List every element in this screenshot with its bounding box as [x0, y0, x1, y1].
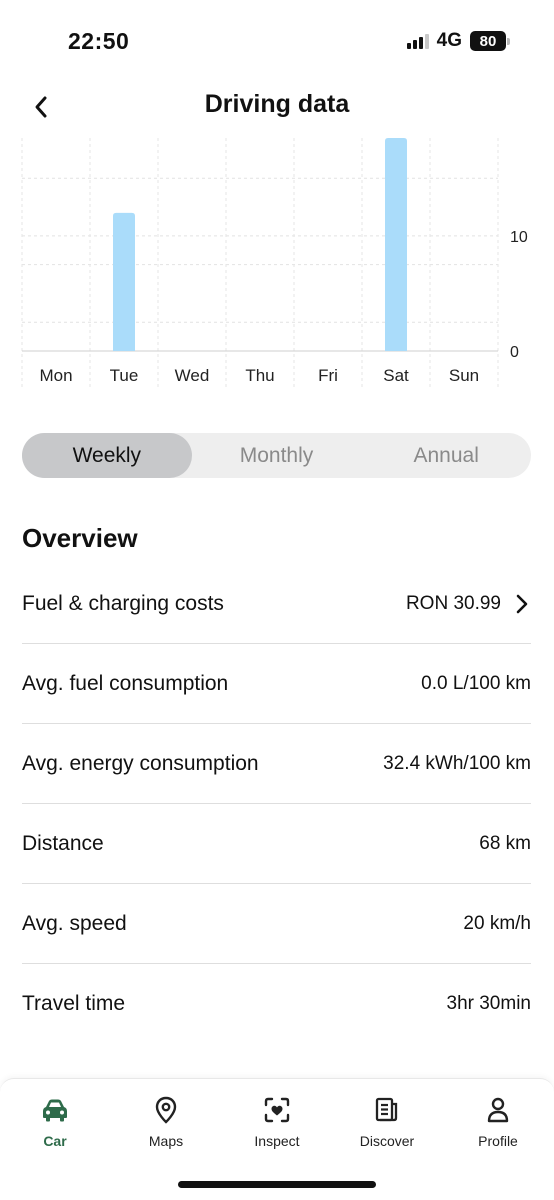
page-title: Driving data	[204, 90, 350, 118]
nav-item-discover[interactable]: Discover	[337, 1095, 437, 1149]
row-value: 3hr 30min	[446, 993, 532, 1014]
y-tick-label: 0	[510, 344, 519, 361]
row-label: Distance	[22, 831, 104, 855]
x-tick-label: Sat	[383, 366, 409, 385]
home-indicator	[178, 1181, 376, 1188]
overview-row: Travel time 3hr 30min	[22, 964, 531, 1044]
nav-item-profile[interactable]: Profile	[448, 1095, 548, 1149]
overview-heading: Overview	[22, 523, 138, 553]
screen: 22:50 4G 80 Driving data Mon Tue Wed Thu Fri…	[0, 0, 554, 1200]
row-value: RON 30.99	[405, 592, 501, 614]
row-value-group: 32.4 kWh/100 km	[383, 753, 531, 775]
tab-weekly[interactable]: Weekly	[22, 433, 192, 478]
status-icons: 4G 80	[406, 30, 510, 52]
row-value: 68 km	[479, 832, 531, 854]
bar-tue	[113, 212, 135, 351]
nav-label: Inspect	[254, 1133, 300, 1149]
battery-icon: 80	[470, 31, 510, 51]
row-value-group: 3hr 30min	[447, 993, 532, 1015]
inspect-icon	[262, 1095, 292, 1125]
x-tick-label: Wed	[175, 366, 210, 385]
row-value-group: 0.0 L/100 km	[421, 673, 531, 695]
x-tick-label: Mon	[39, 366, 72, 385]
car-icon	[40, 1095, 70, 1125]
x-tick-label: Sun	[449, 366, 479, 385]
x-tick-label: Thu	[245, 366, 274, 385]
row-value-group: 20 km/h	[463, 913, 531, 935]
driving-bar-chart: Mon Tue Wed Thu Fri Sat Sun 0 10	[21, 138, 528, 387]
nav-label: Profile	[478, 1133, 518, 1149]
row-label: Avg. fuel consumption	[22, 671, 229, 695]
tab-monthly[interactable]: Monthly	[192, 433, 362, 478]
period-selector: Weekly Monthly Annual	[22, 433, 531, 478]
nav-label: Car	[43, 1133, 67, 1149]
y-tick-label: 10	[510, 229, 528, 246]
chevron-right-icon	[515, 594, 531, 614]
bar-sat	[385, 138, 407, 351]
row-label: Travel time	[22, 992, 126, 1015]
battery-level: 80	[470, 31, 506, 51]
row-label: Avg. speed	[22, 911, 127, 935]
x-tick-label: Fri	[318, 366, 338, 385]
overview-row: Distance 68 km	[22, 804, 531, 884]
nav-label: Discover	[359, 1133, 415, 1149]
overview-row: Avg. speed 20 km/h	[22, 884, 531, 964]
overview-row[interactable]: Fuel & charging costs RON 30.99	[22, 564, 531, 644]
nav-item-car[interactable]: Car	[5, 1095, 105, 1149]
row-value: 0.0 L/100 km	[421, 672, 531, 694]
status-time: 22:50	[68, 28, 130, 54]
nav-item-inspect[interactable]: Inspect	[227, 1095, 327, 1149]
row-value-group: 68 km	[479, 833, 531, 855]
news-icon	[372, 1095, 402, 1125]
x-tick-label: Tue	[110, 366, 139, 385]
nav-item-maps[interactable]: Maps	[116, 1095, 216, 1149]
overview-row: Avg. fuel consumption 0.0 L/100 km	[22, 644, 531, 724]
profile-icon	[483, 1095, 513, 1125]
overview-list: Fuel & charging costs RON 30.99 Avg. fuel …	[22, 564, 531, 1044]
overview-row: Avg. energy consumption 32.4 kWh/100 km	[22, 724, 531, 804]
map-pin-icon	[151, 1095, 181, 1125]
network-label: 4G	[436, 30, 462, 51]
row-label: Fuel & charging costs	[22, 591, 224, 615]
row-value: 20 km/h	[463, 912, 531, 934]
row-value: 32.4 kWh/100 km	[383, 752, 531, 774]
row-value-group: RON 30.99	[406, 593, 531, 615]
tab-annual[interactable]: Annual	[361, 433, 531, 478]
row-label: Avg. energy consumption	[22, 751, 259, 775]
signal-icon	[406, 33, 429, 49]
nav-label: Maps	[148, 1133, 184, 1149]
